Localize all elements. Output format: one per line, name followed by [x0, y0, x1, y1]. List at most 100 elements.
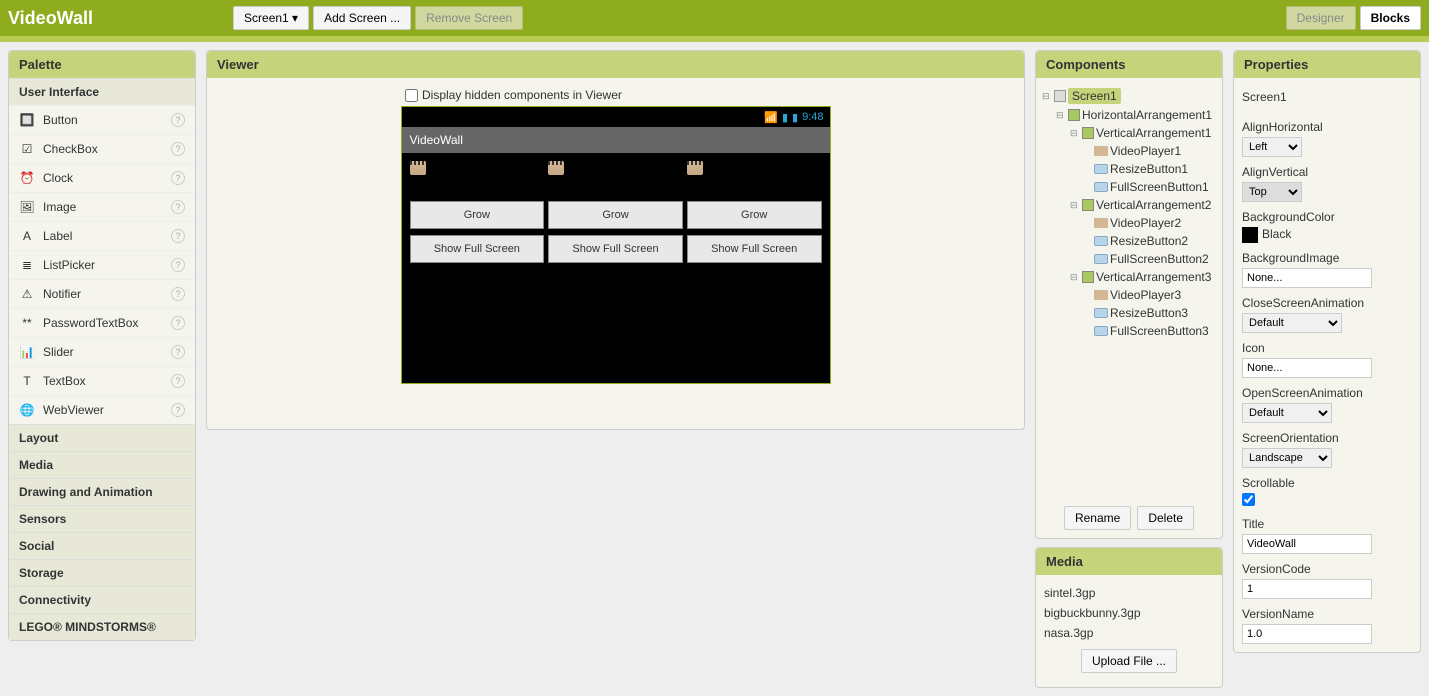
- media-panel: Media sintel.3gp bigbuckbunny.3gp nasa.3…: [1035, 547, 1223, 688]
- palette-section-social[interactable]: Social: [9, 532, 195, 559]
- tree-ha1[interactable]: ⊟HorizontalArrangement1: [1042, 106, 1216, 124]
- tree-rb3[interactable]: ResizeButton3: [1042, 304, 1216, 322]
- delete-button[interactable]: Delete: [1137, 506, 1194, 530]
- video-column-3: Grow Show Full Screen: [687, 161, 822, 375]
- palette-item-slider[interactable]: 📊Slider?: [9, 337, 195, 366]
- media-item[interactable]: bigbuckbunny.3gp: [1044, 603, 1214, 623]
- openanim-select[interactable]: Default: [1242, 403, 1332, 423]
- fullscreen-button-2[interactable]: Show Full Screen: [548, 235, 683, 263]
- tree-toggle-icon[interactable]: ⊟: [1070, 200, 1080, 211]
- help-icon[interactable]: ?: [171, 345, 185, 359]
- phone-content: Grow Show Full Screen Grow Show Full Scr…: [402, 153, 830, 383]
- tree-vp2[interactable]: VideoPlayer2: [1042, 214, 1216, 232]
- upload-file-button[interactable]: Upload File ...: [1081, 649, 1177, 673]
- palette-section-media[interactable]: Media: [9, 451, 195, 478]
- videoplayer-icon[interactable]: [548, 161, 564, 175]
- palette-item-textbox[interactable]: TTextBox?: [9, 366, 195, 395]
- tree-va2[interactable]: ⊟VerticalArrangement2: [1042, 196, 1216, 214]
- palette-section-storage[interactable]: Storage: [9, 559, 195, 586]
- help-icon[interactable]: ?: [171, 403, 185, 417]
- palette-section-drawing[interactable]: Drawing and Animation: [9, 478, 195, 505]
- help-icon[interactable]: ?: [171, 113, 185, 127]
- alignv-select[interactable]: Top: [1242, 182, 1302, 202]
- tree-rb2[interactable]: ResizeButton2: [1042, 232, 1216, 250]
- palette-item-checkbox[interactable]: ☑CheckBox?: [9, 134, 195, 163]
- hidden-components-option[interactable]: Display hidden components in Viewer: [405, 88, 1014, 102]
- remove-screen-button[interactable]: Remove Screen: [415, 6, 523, 30]
- blocks-button[interactable]: Blocks: [1360, 6, 1421, 30]
- palette-item-icon: A: [19, 228, 35, 244]
- palette-section-connectivity[interactable]: Connectivity: [9, 586, 195, 613]
- palette-item-label: Clock: [43, 171, 73, 185]
- screen-icon: [1054, 90, 1066, 102]
- tree-fb1[interactable]: FullScreenButton1: [1042, 178, 1216, 196]
- tree-va1[interactable]: ⊟VerticalArrangement1: [1042, 124, 1216, 142]
- tree-screen[interactable]: ⊟Screen1: [1042, 86, 1216, 106]
- palette-item-listpicker[interactable]: ≣ListPicker?: [9, 250, 195, 279]
- versioncode-input[interactable]: [1242, 579, 1372, 599]
- rename-button[interactable]: Rename: [1064, 506, 1131, 530]
- arrangement-icon: [1082, 127, 1094, 139]
- videoplayer-icon[interactable]: [410, 161, 426, 175]
- button-icon: [1094, 236, 1108, 246]
- palette-item-clock[interactable]: ⏰Clock?: [9, 163, 195, 192]
- palette-section-ui[interactable]: User Interface: [9, 78, 195, 105]
- palette-item-label: Notifier: [43, 287, 81, 301]
- help-icon[interactable]: ?: [171, 200, 185, 214]
- palette-item-icon: ☑: [19, 141, 35, 157]
- tree-fb3[interactable]: FullScreenButton3: [1042, 322, 1216, 340]
- help-icon[interactable]: ?: [171, 287, 185, 301]
- help-icon[interactable]: ?: [171, 316, 185, 330]
- title-input[interactable]: [1242, 534, 1372, 554]
- media-item[interactable]: sintel.3gp: [1044, 583, 1214, 603]
- palette-item-button[interactable]: 🔲Button?: [9, 105, 195, 134]
- versionname-input[interactable]: [1242, 624, 1372, 644]
- add-screen-button[interactable]: Add Screen ...: [313, 6, 411, 30]
- palette-section-lego[interactable]: LEGO® MINDSTORMS®: [9, 613, 195, 640]
- help-icon[interactable]: ?: [171, 171, 185, 185]
- tree-toggle-icon[interactable]: ⊟: [1070, 272, 1080, 283]
- palette-item-webviewer[interactable]: 🌐WebViewer?: [9, 395, 195, 424]
- hidden-components-label: Display hidden components in Viewer: [422, 88, 622, 102]
- tree-toggle-icon[interactable]: ⊟: [1056, 110, 1066, 121]
- help-icon[interactable]: ?: [171, 374, 185, 388]
- orient-select[interactable]: Landscape: [1242, 448, 1332, 468]
- alignh-select[interactable]: Left: [1242, 137, 1302, 157]
- icon-input[interactable]: [1242, 358, 1372, 378]
- palette-section-layout[interactable]: Layout: [9, 424, 195, 451]
- tree-toggle-icon[interactable]: ⊟: [1070, 128, 1080, 139]
- closeanim-select[interactable]: Default: [1242, 313, 1342, 333]
- tree-vp1[interactable]: VideoPlayer1: [1042, 142, 1216, 160]
- tree-rb1[interactable]: ResizeButton1: [1042, 160, 1216, 178]
- hidden-components-checkbox[interactable]: [405, 89, 418, 102]
- fullscreen-button-1[interactable]: Show Full Screen: [410, 235, 545, 263]
- media-item[interactable]: nasa.3gp: [1044, 623, 1214, 643]
- tree-va3[interactable]: ⊟VerticalArrangement3: [1042, 268, 1216, 286]
- fullscreen-button-3[interactable]: Show Full Screen: [687, 235, 822, 263]
- scrollable-checkbox[interactable]: [1242, 493, 1255, 506]
- palette-section-sensors[interactable]: Sensors: [9, 505, 195, 532]
- bgcolor-picker[interactable]: Black: [1242, 227, 1412, 243]
- palette-item-notifier[interactable]: ⚠Notifier?: [9, 279, 195, 308]
- screen-dropdown[interactable]: Screen1 ▾: [233, 6, 309, 30]
- grow-button-2[interactable]: Grow: [548, 201, 683, 229]
- button-icon: [1094, 254, 1108, 264]
- palette-item-label: WebViewer: [43, 403, 104, 417]
- help-icon[interactable]: ?: [171, 229, 185, 243]
- grow-button-1[interactable]: Grow: [410, 201, 545, 229]
- videoplayer-icon[interactable]: [687, 161, 703, 175]
- help-icon[interactable]: ?: [171, 142, 185, 156]
- top-buttons: Screen1 ▾ Add Screen ... Remove Screen: [233, 6, 523, 30]
- palette-item-image[interactable]: 🖼Image?: [9, 192, 195, 221]
- tree-vp3[interactable]: VideoPlayer3: [1042, 286, 1216, 304]
- palette-item-passwordtextbox[interactable]: **PasswordTextBox?: [9, 308, 195, 337]
- palette-item-label[interactable]: ALabel?: [9, 221, 195, 250]
- grow-button-3[interactable]: Grow: [687, 201, 822, 229]
- designer-button[interactable]: Designer: [1286, 6, 1356, 30]
- tree-toggle-icon[interactable]: ⊟: [1042, 91, 1052, 102]
- arrangement-icon: [1082, 271, 1094, 283]
- tree-fb2[interactable]: FullScreenButton2: [1042, 250, 1216, 268]
- help-icon[interactable]: ?: [171, 258, 185, 272]
- videoplayer-icon: [1094, 218, 1108, 228]
- bgimage-input[interactable]: [1242, 268, 1372, 288]
